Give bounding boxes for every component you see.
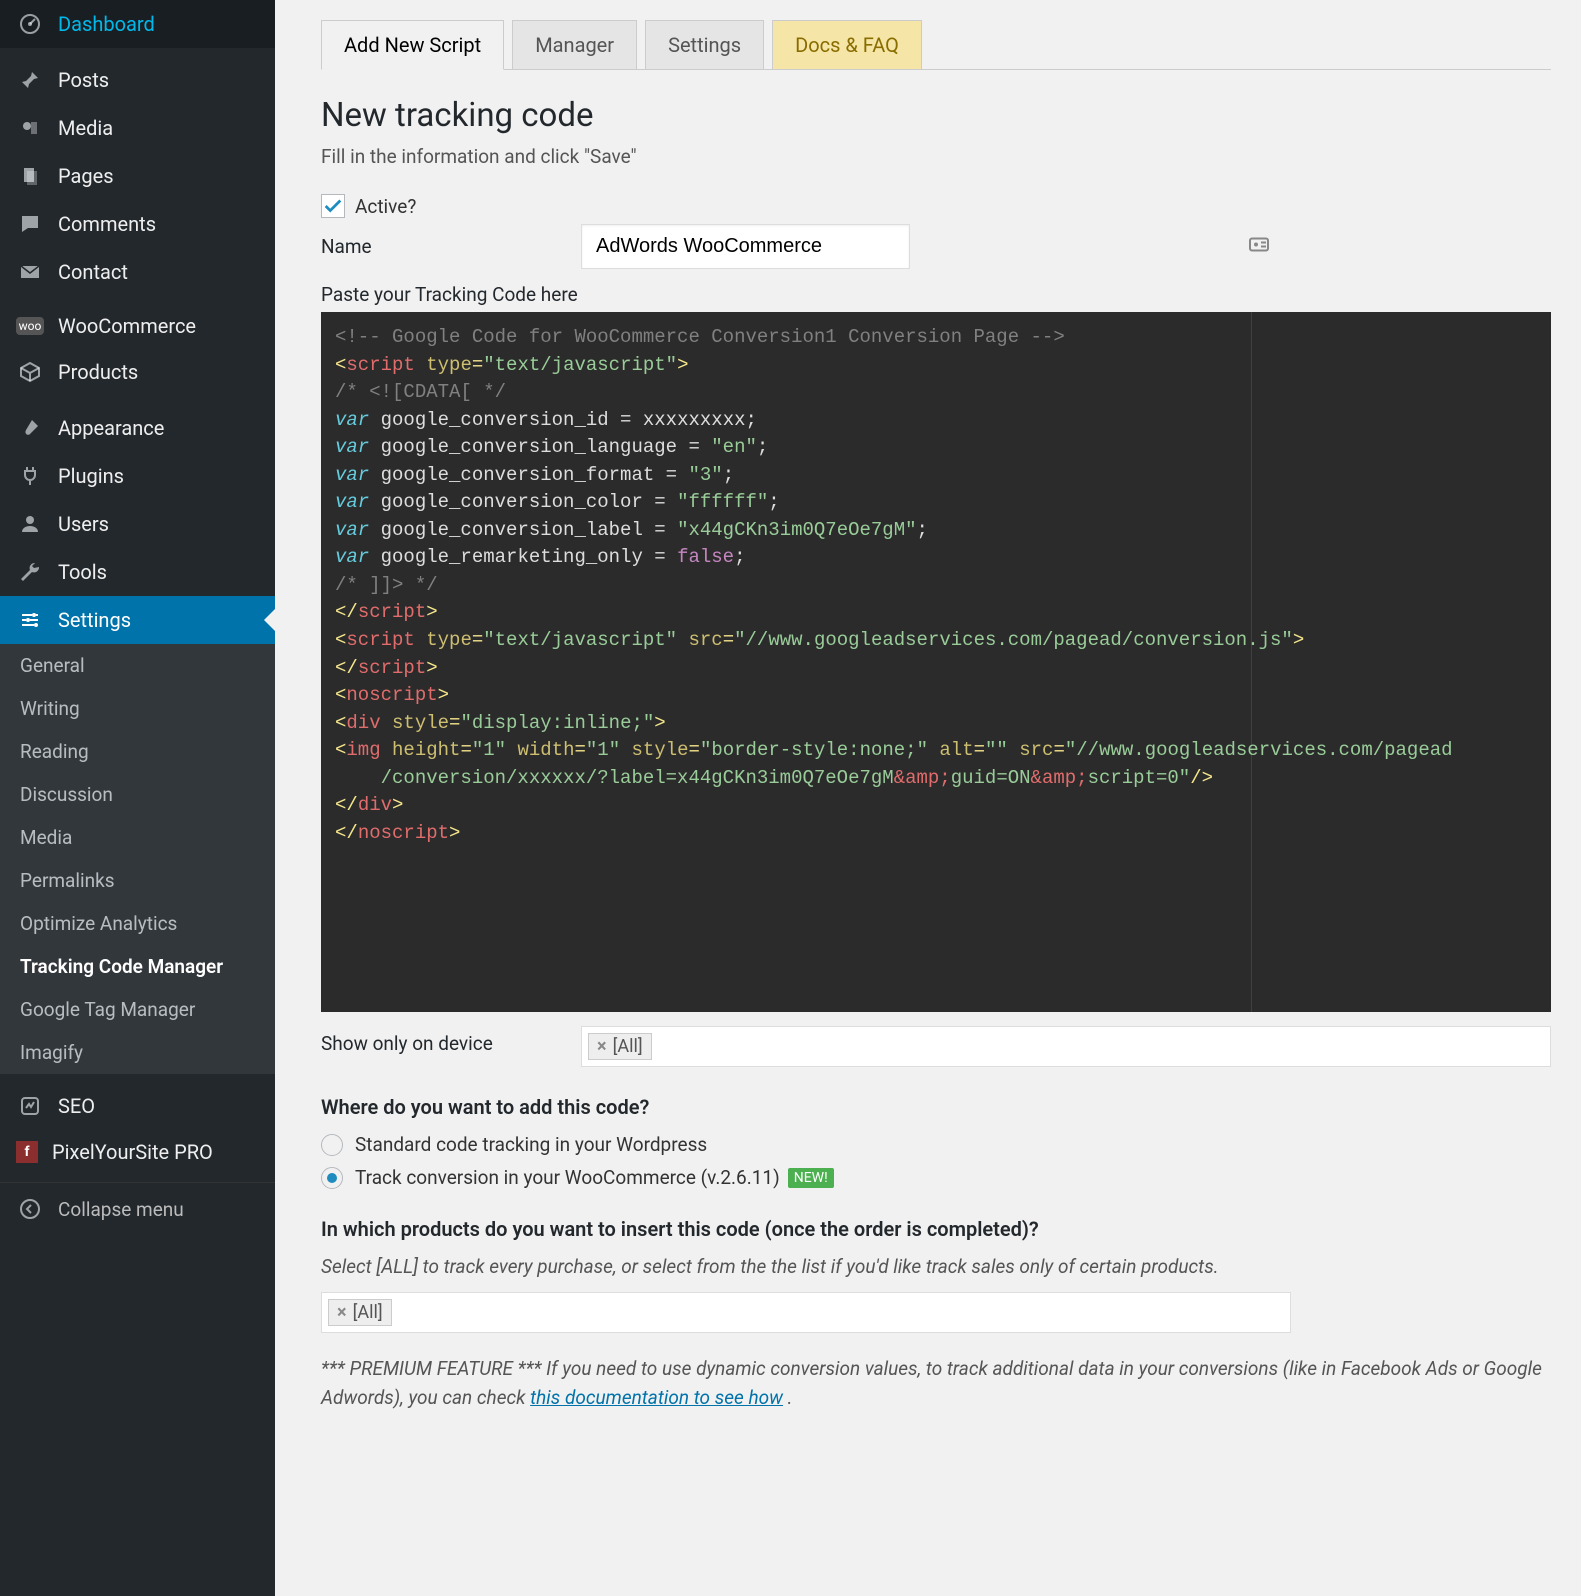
settings-icon [16, 606, 44, 634]
new-badge: NEW! [788, 1168, 834, 1188]
sidebar-item-label: Users [58, 512, 109, 536]
sidebar-item-label: Contact [58, 260, 128, 284]
sidebar-item-settings[interactable]: Settings [0, 596, 275, 644]
sidebar-item-pixelyoursite[interactable]: f PixelYourSite PRO [0, 1130, 275, 1174]
sidebar-item-dashboard[interactable]: Dashboard [0, 0, 275, 48]
sidebar-item-seo[interactable]: SEO [0, 1082, 275, 1130]
sidebar-item-label: Settings [58, 608, 131, 632]
sidebar-item-woocommerce[interactable]: woo WooCommerce [0, 304, 275, 348]
products-select[interactable]: ×[All] [321, 1292, 1291, 1333]
sidebar-item-label: Dashboard [58, 12, 155, 36]
sidebar-item-label: Appearance [58, 416, 164, 440]
seo-icon [16, 1092, 44, 1120]
sub-reading[interactable]: Reading [0, 730, 275, 773]
device-select[interactable]: ×[All] [581, 1026, 1551, 1067]
woo-icon: woo [16, 317, 44, 335]
tracking-code-editor[interactable]: <!-- Google Code for WooCommerce Convers… [321, 312, 1551, 1012]
pin-icon [16, 66, 44, 94]
products-hint: Select [ALL] to track every purchase, or… [321, 1255, 1551, 1278]
sidebar-item-pages[interactable]: Pages [0, 152, 275, 200]
settings-submenu: General Writing Reading Discussion Media… [0, 644, 275, 1074]
device-label: Show only on device [321, 1026, 581, 1061]
main-content: Add New Script Manager Settings Docs & F… [275, 0, 1581, 1596]
sub-permalinks[interactable]: Permalinks [0, 859, 275, 902]
remove-tag-icon[interactable]: × [597, 1036, 607, 1057]
sidebar-item-label: Posts [58, 68, 109, 92]
radio-woocommerce-tracking[interactable] [321, 1167, 343, 1189]
sidebar-item-label: Tools [58, 560, 107, 584]
sub-tracking-code-manager[interactable]: Tracking Code Manager [0, 945, 275, 988]
collapse-icon [16, 1195, 44, 1223]
sidebar-item-label: SEO [58, 1094, 95, 1118]
device-tag-all[interactable]: ×[All] [588, 1033, 652, 1060]
instruction-text: Fill in the information and click "Save" [321, 145, 1551, 168]
paste-code-label: Paste your Tracking Code here [321, 283, 1551, 306]
products-tag-all[interactable]: ×[All] [328, 1299, 392, 1326]
sub-optimize-analytics[interactable]: Optimize Analytics [0, 902, 275, 945]
active-checkbox[interactable] [321, 194, 345, 218]
media-icon [16, 114, 44, 142]
tab-add-new-script[interactable]: Add New Script [321, 20, 504, 70]
tab-settings[interactable]: Settings [645, 20, 764, 70]
radio-standard-tracking[interactable] [321, 1134, 343, 1156]
sub-general[interactable]: General [0, 644, 275, 687]
where-question: Where do you want to add this code? [321, 1095, 1551, 1119]
collapse-menu[interactable]: Collapse menu [0, 1182, 275, 1235]
pages-icon [16, 162, 44, 190]
sub-discussion[interactable]: Discussion [0, 773, 275, 816]
radio-standard-label: Standard code tracking in your Wordpress [355, 1133, 707, 1156]
radio-woocommerce-label: Track conversion in your WooCommerce (v.… [355, 1166, 780, 1189]
sidebar-item-posts[interactable]: Posts [0, 56, 275, 104]
sub-google-tag-manager[interactable]: Google Tag Manager [0, 988, 275, 1031]
premium-note: *** PREMIUM FEATURE *** If you need to u… [321, 1355, 1551, 1412]
sub-imagify[interactable]: Imagify [0, 1031, 275, 1074]
name-label: Name [321, 229, 581, 264]
sidebar-item-comments[interactable]: Comments [0, 200, 275, 248]
wrench-icon [16, 558, 44, 586]
sidebar-item-media[interactable]: Media [0, 104, 275, 152]
active-label: Active? [355, 195, 416, 218]
brush-icon [16, 414, 44, 442]
id-card-icon [1247, 232, 1271, 261]
box-icon [16, 358, 44, 386]
sub-writing[interactable]: Writing [0, 687, 275, 730]
envelope-icon [16, 258, 44, 286]
sidebar-item-label: Products [58, 360, 138, 384]
sidebar-item-appearance[interactable]: Appearance [0, 404, 275, 452]
sidebar-item-contact[interactable]: Contact [0, 248, 275, 296]
sidebar-item-products[interactable]: Products [0, 348, 275, 396]
sidebar-item-label: Plugins [58, 464, 124, 488]
premium-doc-link[interactable]: this documentation to see how [530, 1386, 783, 1409]
sidebar-item-users[interactable]: Users [0, 500, 275, 548]
dashboard-icon [16, 10, 44, 38]
plug-icon [16, 462, 44, 490]
remove-tag-icon[interactable]: × [337, 1302, 347, 1323]
sidebar-item-label: Media [58, 116, 113, 140]
tab-docs-faq[interactable]: Docs & FAQ [772, 20, 922, 70]
sidebar-item-label: Comments [58, 212, 156, 236]
sidebar-item-label: PixelYourSite PRO [52, 1140, 213, 1164]
user-icon [16, 510, 44, 538]
products-question: In which products do you want to insert … [321, 1217, 1551, 1241]
sidebar-item-tools[interactable]: Tools [0, 548, 275, 596]
name-input[interactable] [581, 224, 910, 269]
sub-media[interactable]: Media [0, 816, 275, 859]
sidebar-item-plugins[interactable]: Plugins [0, 452, 275, 500]
tab-manager[interactable]: Manager [512, 20, 637, 70]
sidebar-item-label: WooCommerce [58, 314, 196, 338]
admin-sidebar: Dashboard Posts Media Pages Comments Con… [0, 0, 275, 1596]
comment-icon [16, 210, 44, 238]
tabs: Add New Script Manager Settings Docs & F… [321, 20, 1551, 70]
collapse-label: Collapse menu [58, 1198, 184, 1221]
pys-icon: f [16, 1141, 38, 1163]
sidebar-item-label: Pages [58, 164, 114, 188]
page-title: New tracking code [321, 96, 1551, 135]
